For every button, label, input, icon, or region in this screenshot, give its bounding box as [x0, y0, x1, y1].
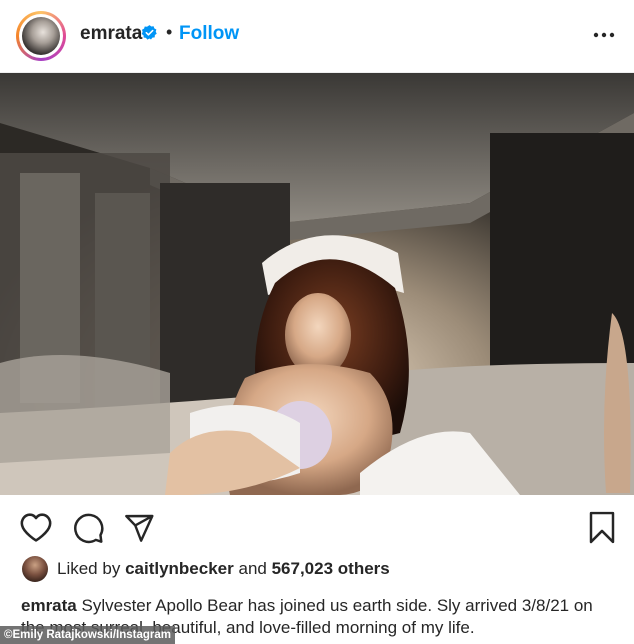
post-photo[interactable]	[0, 73, 634, 495]
likes-row: Liked by caitlynbecker and 567,023 other…	[22, 556, 622, 582]
liker-avatar[interactable]	[22, 556, 48, 582]
send-icon[interactable]	[122, 512, 156, 544]
likes-prefix: Liked by	[57, 559, 121, 578]
profile-avatar[interactable]	[16, 11, 66, 61]
follow-button[interactable]: Follow	[179, 23, 239, 45]
likes-text: Liked by caitlynbecker and 567,023 other…	[57, 559, 390, 579]
heart-icon[interactable]	[19, 511, 53, 543]
likes-middle: and	[238, 559, 267, 578]
username-link[interactable]: emrata	[80, 23, 142, 45]
post-image	[0, 73, 634, 495]
photo-credit: ©Emily Ratajkowski/Instagram	[0, 626, 175, 644]
post-header: emrata • Follow	[0, 0, 634, 73]
liker-username[interactable]: caitlynbecker	[125, 559, 234, 578]
action-bar	[0, 505, 634, 549]
bookmark-icon[interactable]	[588, 511, 616, 544]
more-options-icon[interactable]	[592, 26, 616, 44]
comment-icon[interactable]	[72, 511, 105, 544]
separator-dot: •	[166, 22, 173, 42]
likes-count[interactable]: 567,023 others	[272, 559, 390, 578]
caption-username[interactable]: emrata	[21, 596, 77, 615]
verified-badge-icon	[141, 25, 157, 40]
